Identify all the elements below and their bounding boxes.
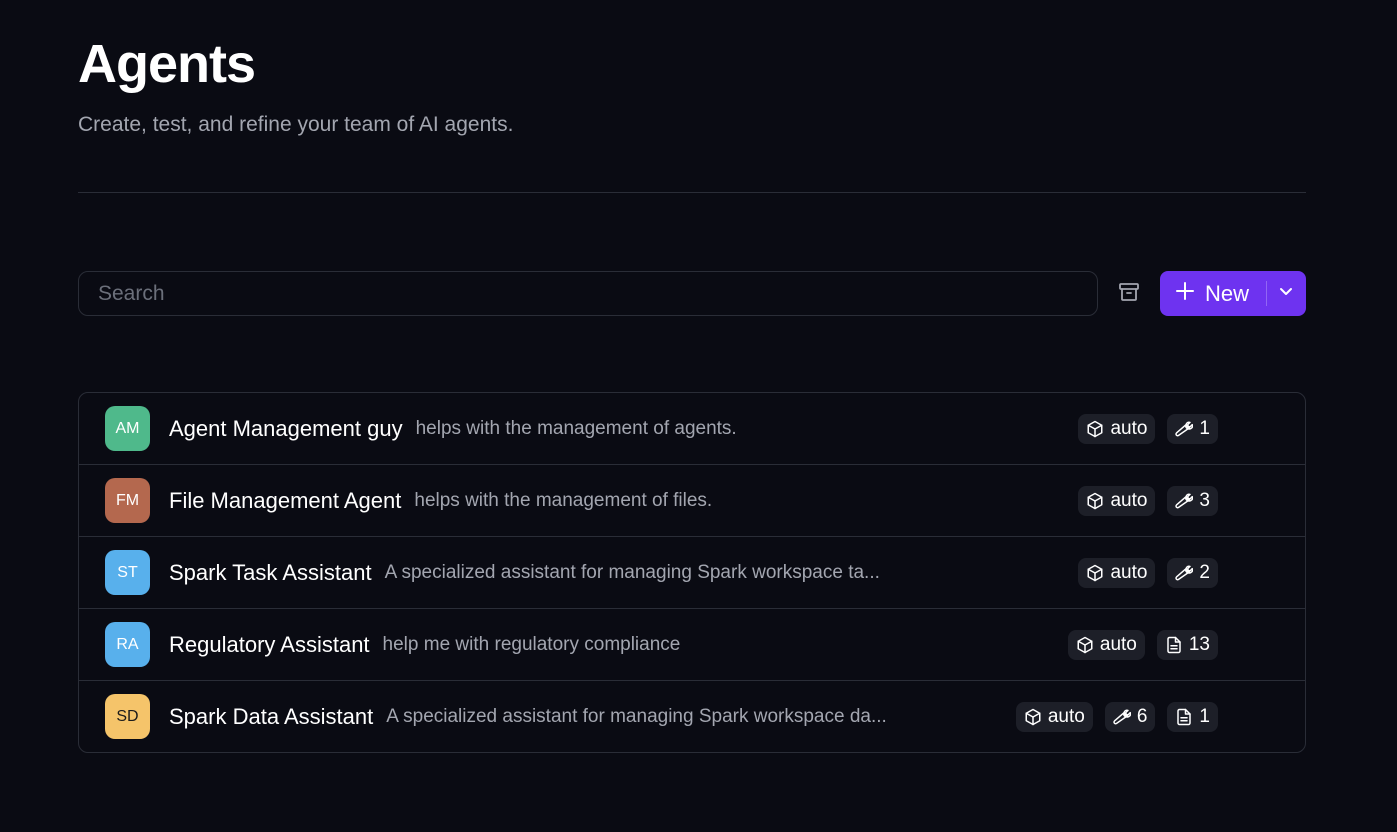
- avatar: AM: [105, 406, 150, 451]
- avatar: FM: [105, 478, 150, 523]
- new-button-label: New: [1205, 280, 1250, 306]
- agent-description: helps with the management of files.: [414, 489, 713, 511]
- archive-icon: [1117, 280, 1141, 309]
- plus-icon: [1175, 281, 1195, 306]
- agent-row[interactable]: RA Regulatory Assistant help me with reg…: [79, 609, 1305, 681]
- cube-icon: [1024, 708, 1042, 726]
- avatar-initials: AM: [115, 419, 140, 437]
- new-agent-button[interactable]: New: [1160, 271, 1256, 316]
- tools-badge-value: 1: [1199, 417, 1210, 439]
- agent-name: Regulatory Assistant: [169, 631, 370, 657]
- model-badge: auto: [1067, 629, 1145, 660]
- agent-name: Agent Management guy: [169, 415, 403, 441]
- file-icon: [1165, 636, 1183, 654]
- agents-list: AM Agent Management guy helps with the m…: [78, 392, 1306, 753]
- new-options-dropdown[interactable]: [1267, 271, 1306, 316]
- agent-description: helps with the management of agents.: [415, 417, 737, 439]
- agent-text: File Management Agent helps with the man…: [169, 465, 712, 536]
- agent-row[interactable]: AM Agent Management guy helps with the m…: [79, 393, 1305, 465]
- agent-description: A specialized assistant for managing Spa…: [386, 705, 887, 727]
- tools-badge: 3: [1167, 485, 1218, 516]
- agent-row[interactable]: FM File Management Agent helps with the …: [79, 465, 1305, 537]
- model-badge: auto: [1078, 557, 1156, 588]
- agent-badges: auto 2: [1078, 537, 1218, 608]
- search-input[interactable]: [78, 271, 1098, 316]
- agent-badges: auto 6 1: [1015, 681, 1218, 752]
- model-badge-value: auto: [1110, 417, 1148, 439]
- files-badge-value: 13: [1188, 633, 1210, 655]
- agent-text: Spark Data Assistant A specialized assis…: [169, 681, 887, 752]
- agent-name: Spark Data Assistant: [169, 703, 374, 729]
- model-badge: auto: [1015, 701, 1093, 732]
- model-badge: auto: [1078, 485, 1156, 516]
- avatar: RA: [105, 622, 150, 667]
- tools-badge: 1: [1167, 413, 1218, 444]
- tools-badge-value: 3: [1199, 489, 1210, 511]
- avatar: SD: [105, 694, 150, 739]
- tools-badge: 2: [1167, 557, 1218, 588]
- new-agent-split-button: New: [1160, 271, 1306, 316]
- wrench-icon: [1175, 564, 1194, 582]
- avatar-initials: ST: [117, 563, 138, 581]
- agent-text: Spark Task Assistant A specialized assis…: [169, 537, 880, 608]
- model-badge-value: auto: [1047, 705, 1085, 727]
- model-badge-value: auto: [1110, 561, 1148, 583]
- files-badge: 1: [1167, 701, 1218, 732]
- avatar: ST: [105, 550, 150, 595]
- model-badge: auto: [1078, 413, 1156, 444]
- archive-button[interactable]: [1114, 279, 1144, 309]
- agent-description: help me with regulatory compliance: [382, 633, 681, 655]
- agent-name: File Management Agent: [169, 487, 402, 513]
- wrench-icon: [1175, 420, 1194, 438]
- wrench-icon: [1175, 492, 1194, 510]
- chevron-down-icon: [1278, 283, 1294, 304]
- avatar-initials: RA: [116, 635, 139, 653]
- page-header: Agents Create, test, and refine your tea…: [78, 30, 1306, 138]
- agent-text: Agent Management guy helps with the mana…: [169, 393, 737, 464]
- agent-name: Spark Task Assistant: [169, 559, 372, 585]
- tools-badge-value: 6: [1136, 705, 1148, 727]
- agent-badges: auto 3: [1078, 465, 1218, 536]
- page-subtitle: Create, test, and refine your team of AI…: [78, 113, 514, 136]
- files-badge: 13: [1156, 629, 1218, 660]
- cube-icon: [1086, 564, 1104, 582]
- toolbar: New: [78, 271, 1306, 316]
- file-icon: [1175, 708, 1193, 726]
- cube-icon: [1086, 420, 1104, 438]
- agents-page: Agents Create, test, and refine your tea…: [0, 0, 1397, 832]
- agent-description: A specialized assistant for managing Spa…: [384, 561, 880, 583]
- cube-icon: [1086, 492, 1104, 510]
- tools-badge-value: 2: [1199, 561, 1210, 583]
- model-badge-value: auto: [1099, 633, 1137, 655]
- agent-row[interactable]: ST Spark Task Assistant A specialized as…: [79, 537, 1305, 609]
- agent-row[interactable]: SD Spark Data Assistant A specialized as…: [79, 681, 1305, 752]
- agent-badges: auto 13: [1067, 609, 1218, 680]
- model-badge-value: auto: [1110, 489, 1148, 511]
- avatar-initials: SD: [116, 707, 139, 725]
- wrench-icon: [1113, 708, 1131, 726]
- agent-text: Regulatory Assistant help me with regula…: [169, 609, 680, 680]
- header-divider: [78, 192, 1306, 193]
- cube-icon: [1076, 636, 1094, 654]
- agent-badges: auto 1: [1078, 393, 1218, 464]
- page-title: Agents: [78, 34, 256, 94]
- avatar-initials: FM: [115, 491, 140, 509]
- files-badge-value: 1: [1199, 705, 1210, 727]
- tools-badge: 6: [1104, 701, 1156, 732]
